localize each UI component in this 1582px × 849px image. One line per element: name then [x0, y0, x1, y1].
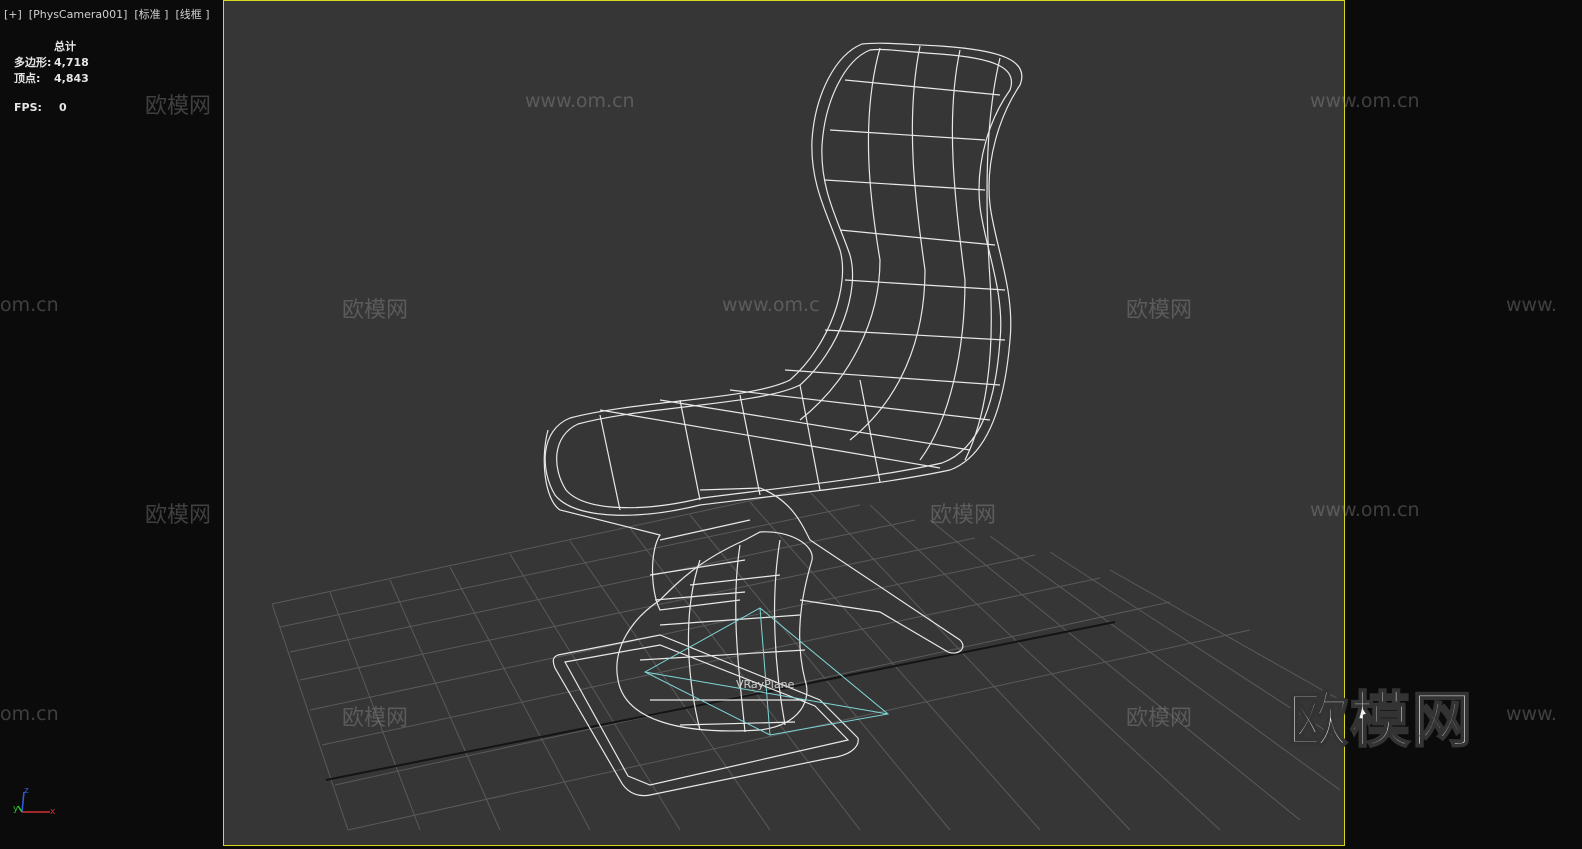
watermark-url: www. [1506, 294, 1557, 316]
watermark-cn: 欧模网 [145, 94, 212, 119]
grid-axis-line [325, 621, 1116, 781]
watermark-cn: 欧模网 [342, 298, 409, 323]
site-logo: 欧模网 [1287, 685, 1474, 757]
axis-gizmo-icon: x z y [13, 786, 56, 817]
watermark-cn: 欧模网 [1126, 706, 1193, 731]
watermark-url: www.om.cn [525, 90, 635, 112]
watermark-cn: 欧模网 [145, 503, 212, 528]
watermark-cn: 欧模网 [930, 503, 997, 528]
ground-grid [271, 489, 1341, 831]
watermark-url: www. [1506, 703, 1557, 725]
watermark-url: om.cn [0, 703, 59, 725]
watermark-url: om.cn [0, 294, 59, 316]
gizmo-z-label: z [24, 786, 29, 796]
watermark-cn: 欧模网 [342, 706, 409, 731]
watermark-url: www.om.cn [1310, 90, 1420, 112]
watermark-url: www.om.c [722, 294, 820, 316]
gizmo-y-label: y [13, 804, 19, 814]
watermark-url: www.om.cn [1310, 499, 1420, 521]
watermark-cn: 欧模网 [1126, 298, 1193, 323]
gizmo-x-label: x [50, 807, 56, 817]
vray-plane-label: VRayPlane [736, 678, 795, 691]
